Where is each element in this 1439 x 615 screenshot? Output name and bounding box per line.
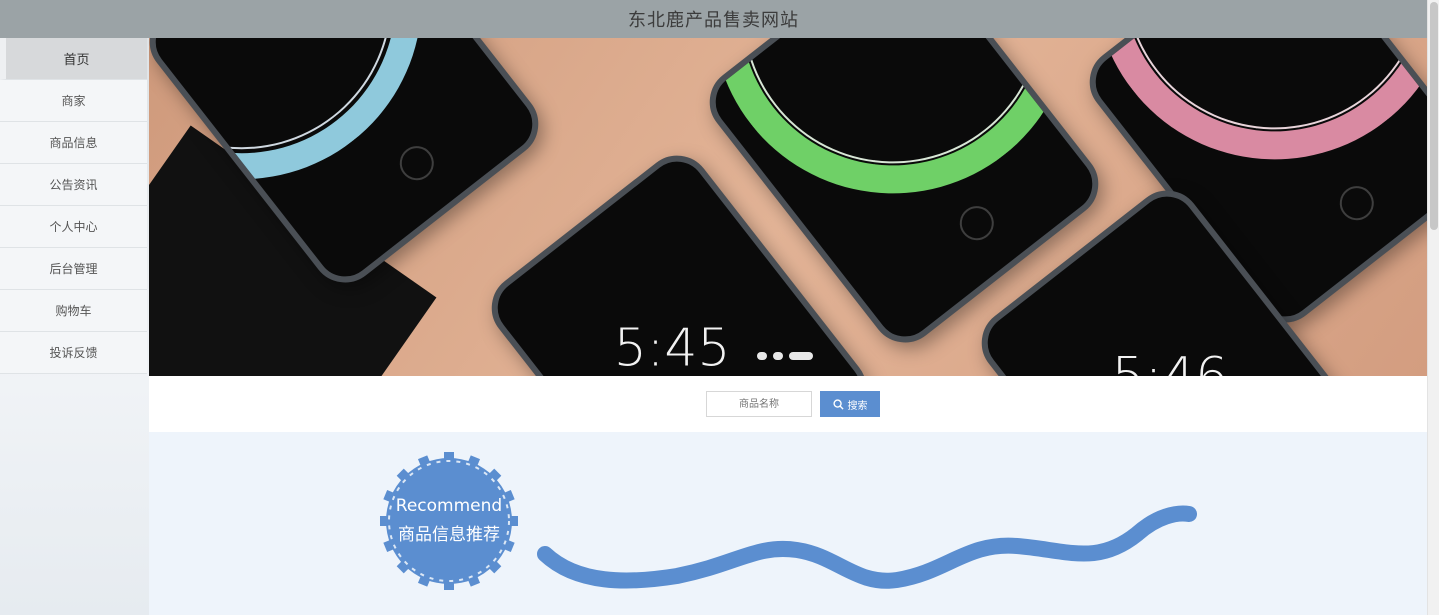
sidebar-item-news[interactable]: 公告资讯	[0, 164, 147, 206]
home-button	[1332, 179, 1381, 228]
carousel-indicators	[757, 352, 813, 360]
carousel-dot[interactable]	[757, 352, 767, 360]
nav-list: 首页 商家 商品信息 公告资讯 个人中心 后台管理 购物车 投诉反馈	[0, 38, 149, 374]
search-button[interactable]: 搜索	[820, 391, 880, 417]
main-content: 5:45 5:46 搜索	[149, 38, 1427, 615]
sidebar: 首页 商家 商品信息 公告资讯 个人中心 后台管理 购物车 投诉反馈	[0, 38, 149, 615]
search-input[interactable]	[706, 391, 812, 417]
badge-text: Recommend 商品信息推荐	[374, 496, 524, 545]
carousel-dot-active[interactable]	[789, 352, 813, 360]
sidebar-item-label: 首页	[63, 53, 90, 68]
recommend-title-en: Recommend	[395, 496, 503, 516]
sidebar-item-admin[interactable]: 后台管理	[0, 248, 147, 290]
sidebar-item-label: 购物车	[55, 304, 92, 318]
sidebar-item-label: 商家	[61, 94, 86, 108]
wave-decoration	[537, 505, 1197, 589]
sidebar-item-feedback[interactable]: 投诉反馈	[0, 332, 147, 374]
sidebar-item-label: 公告资讯	[49, 178, 98, 192]
sidebar-item-merchants[interactable]: 商家	[0, 80, 147, 122]
recommend-badge: Recommend 商品信息推荐	[351, 423, 547, 615]
scrollbar-thumb[interactable]	[1430, 2, 1438, 230]
carousel-dot[interactable]	[773, 352, 783, 360]
site-header: 东北鹿产品售卖网站	[0, 0, 1427, 38]
lockscreen-clock: 5:45	[613, 318, 731, 376]
sidebar-item-label: 投诉反馈	[49, 346, 98, 360]
banner-carousel[interactable]: 5:45 5:46	[149, 38, 1427, 376]
search-bar: 搜索	[149, 376, 1427, 432]
site-title: 东北鹿产品售卖网站	[628, 10, 799, 31]
sidebar-item-products[interactable]: 商品信息	[0, 122, 147, 164]
recommend-section: Recommend 商品信息推荐	[149, 423, 1427, 615]
search-icon	[832, 398, 844, 410]
sidebar-item-cart[interactable]: 购物车	[0, 290, 147, 332]
sidebar-item-label: 个人中心	[49, 220, 98, 234]
home-button	[392, 139, 441, 188]
sidebar-item-label: 后台管理	[49, 262, 98, 276]
lockscreen-clock: 5:46	[1112, 347, 1229, 376]
recommend-title-cn: 商品信息推荐	[398, 525, 500, 545]
home-button	[952, 199, 1001, 248]
sidebar-item-label: 商品信息	[49, 136, 98, 150]
sidebar-item-profile[interactable]: 个人中心	[0, 206, 147, 248]
vertical-scrollbar[interactable]	[1427, 0, 1439, 615]
sidebar-item-home[interactable]: 首页	[0, 38, 147, 80]
search-button-label: 搜索	[847, 400, 868, 412]
